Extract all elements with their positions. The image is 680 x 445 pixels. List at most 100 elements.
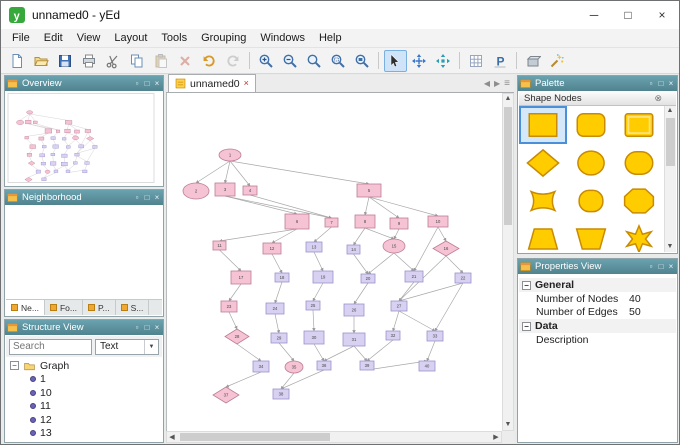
- search-filter-dropdown[interactable]: Text ▼: [95, 338, 159, 355]
- graph-node[interactable]: 30: [303, 330, 325, 345]
- panel-tab-p[interactable]: P...: [83, 300, 116, 315]
- panel-close-button[interactable]: ×: [152, 320, 162, 335]
- search-input[interactable]: [9, 338, 92, 355]
- panel-pin-button[interactable]: □: [656, 76, 666, 91]
- panel-pin-button[interactable]: □: [142, 190, 152, 205]
- menu-tools[interactable]: Tools: [154, 29, 194, 48]
- panel-pin-button[interactable]: □: [142, 320, 152, 335]
- tree-item-1[interactable]: 1: [6, 373, 162, 387]
- tab-close-button[interactable]: ×: [244, 79, 249, 88]
- graph-node[interactable]: 6: [284, 213, 310, 230]
- panel-float-button[interactable]: ▫: [132, 320, 142, 335]
- graph-node[interactable]: 17: [230, 270, 252, 285]
- panel-pin-button[interactable]: □: [142, 76, 152, 91]
- panel-tab-ne[interactable]: Ne...: [6, 300, 45, 315]
- toolbar-pan-mode-button[interactable]: [408, 50, 431, 72]
- graph-node[interactable]: 37: [212, 386, 240, 404]
- graph-node[interactable]: 40: [418, 360, 436, 372]
- graph-node[interactable]: 35: [284, 360, 304, 374]
- graph-node[interactable]: 12: [262, 242, 282, 255]
- graph-node[interactable]: 29: [270, 332, 288, 344]
- menu-grouping[interactable]: Grouping: [194, 29, 253, 48]
- graph-node[interactable]: 11: [212, 240, 227, 251]
- graph-node[interactable]: 2: [182, 182, 210, 200]
- toolbar-zoom-area-button[interactable]: [327, 50, 350, 72]
- tree-expander[interactable]: −: [10, 361, 19, 371]
- toolbar-layout-wand-button[interactable]: [546, 50, 569, 72]
- editor-tab-unnamed0[interactable]: unnamed0 ×: [168, 74, 256, 92]
- tree-item-graph[interactable]: − Graph: [6, 359, 162, 373]
- section-collapse-icon[interactable]: ⊗: [654, 92, 662, 105]
- menu-file[interactable]: File: [5, 29, 37, 48]
- menu-edit[interactable]: Edit: [37, 29, 70, 48]
- graph-node[interactable]: 8: [354, 214, 376, 229]
- toolbar-copy-button[interactable]: [126, 50, 149, 72]
- graph-node[interactable]: 38: [272, 388, 290, 400]
- scroll-up-icon[interactable]: ▲: [665, 106, 675, 116]
- toolbar-zoom-out-button[interactable]: [279, 50, 302, 72]
- graph-node[interactable]: 20: [360, 273, 376, 284]
- scroll-left-icon[interactable]: ◀: [167, 433, 177, 443]
- scroll-down-icon[interactable]: ▼: [503, 420, 513, 430]
- panel-tab-s[interactable]: S...: [116, 300, 150, 315]
- scroll-right-icon[interactable]: ▶: [491, 433, 501, 443]
- tree-item-12[interactable]: 12: [6, 413, 162, 427]
- panel-close-button[interactable]: ×: [666, 259, 676, 274]
- panel-float-button[interactable]: ▫: [646, 259, 656, 274]
- graph-node[interactable]: 31: [342, 332, 366, 347]
- toolbar-snap-lines-button[interactable]: P: [489, 50, 512, 72]
- toolbar-group-nodes-button[interactable]: [522, 50, 545, 72]
- palette-section-header[interactable]: Shape Nodes ⊗: [519, 92, 676, 106]
- tree-item-13[interactable]: 13: [6, 427, 162, 441]
- graph-node[interactable]: 21: [404, 270, 424, 283]
- group-expander[interactable]: −: [522, 280, 531, 290]
- graph-node[interactable]: 19: [312, 270, 334, 284]
- toolbar-print-button[interactable]: [78, 50, 101, 72]
- graph-node[interactable]: 22: [454, 272, 472, 284]
- overview-minimap[interactable]: [6, 92, 162, 185]
- panel-pin-button[interactable]: □: [656, 259, 666, 274]
- graph-node[interactable]: 10: [427, 215, 449, 228]
- panel-close-button[interactable]: ×: [152, 190, 162, 205]
- palette-shape-ellipse[interactable]: [567, 144, 615, 182]
- maximize-button[interactable]: □: [611, 1, 645, 29]
- minimize-button[interactable]: ─: [577, 1, 611, 29]
- graph-node[interactable]: 33: [426, 330, 444, 342]
- toolbar-new-button[interactable]: [6, 50, 29, 72]
- toolbar-zoom-reset-button[interactable]: [303, 50, 326, 72]
- palette-shape-trapezoid-down[interactable]: [567, 220, 615, 252]
- graph-node[interactable]: 16: [432, 240, 460, 257]
- panel-float-button[interactable]: ▫: [132, 76, 142, 91]
- panel-float-button[interactable]: ▫: [132, 190, 142, 205]
- toolbar-undo-button[interactable]: [198, 50, 221, 72]
- graph-node[interactable]: 25: [305, 300, 321, 311]
- tree-item-11[interactable]: 11: [6, 400, 162, 414]
- palette-shape-wavy-rectangle[interactable]: [519, 182, 567, 220]
- graph-node[interactable]: 13: [305, 241, 323, 253]
- palette-shape-rounded-square[interactable]: [567, 182, 615, 220]
- graph-node[interactable]: 4: [242, 185, 258, 196]
- menu-help[interactable]: Help: [312, 29, 349, 48]
- graph-node[interactable]: 24: [265, 302, 285, 315]
- palette-shape-rectangle[interactable]: [519, 106, 567, 144]
- graph-node[interactable]: 28: [224, 328, 250, 345]
- panel-close-button[interactable]: ×: [152, 76, 162, 91]
- tree-item-10[interactable]: 10: [6, 386, 162, 400]
- graph-node[interactable]: 3: [214, 182, 236, 197]
- palette-shape-barrel[interactable]: [615, 144, 663, 182]
- toolbar-open-button[interactable]: [30, 50, 53, 72]
- menu-view[interactable]: View: [70, 29, 108, 48]
- graph-node[interactable]: 7: [324, 217, 339, 228]
- graph-node[interactable]: 18: [274, 272, 290, 283]
- group-expander[interactable]: −: [522, 321, 531, 331]
- palette-shape-diamond[interactable]: [519, 144, 567, 182]
- menu-layout[interactable]: Layout: [107, 29, 154, 48]
- menu-windows[interactable]: Windows: [253, 29, 312, 48]
- graph-node[interactable]: 39: [359, 360, 375, 371]
- toolbar-zoom-in-button[interactable]: [255, 50, 278, 72]
- toolbar-save-button[interactable]: [54, 50, 77, 72]
- graph-node[interactable]: 32: [385, 330, 401, 341]
- palette-shape-round-rectangle[interactable]: [567, 106, 615, 144]
- palette-shape-star[interactable]: [615, 220, 663, 252]
- scroll-down-icon[interactable]: ▼: [665, 242, 675, 252]
